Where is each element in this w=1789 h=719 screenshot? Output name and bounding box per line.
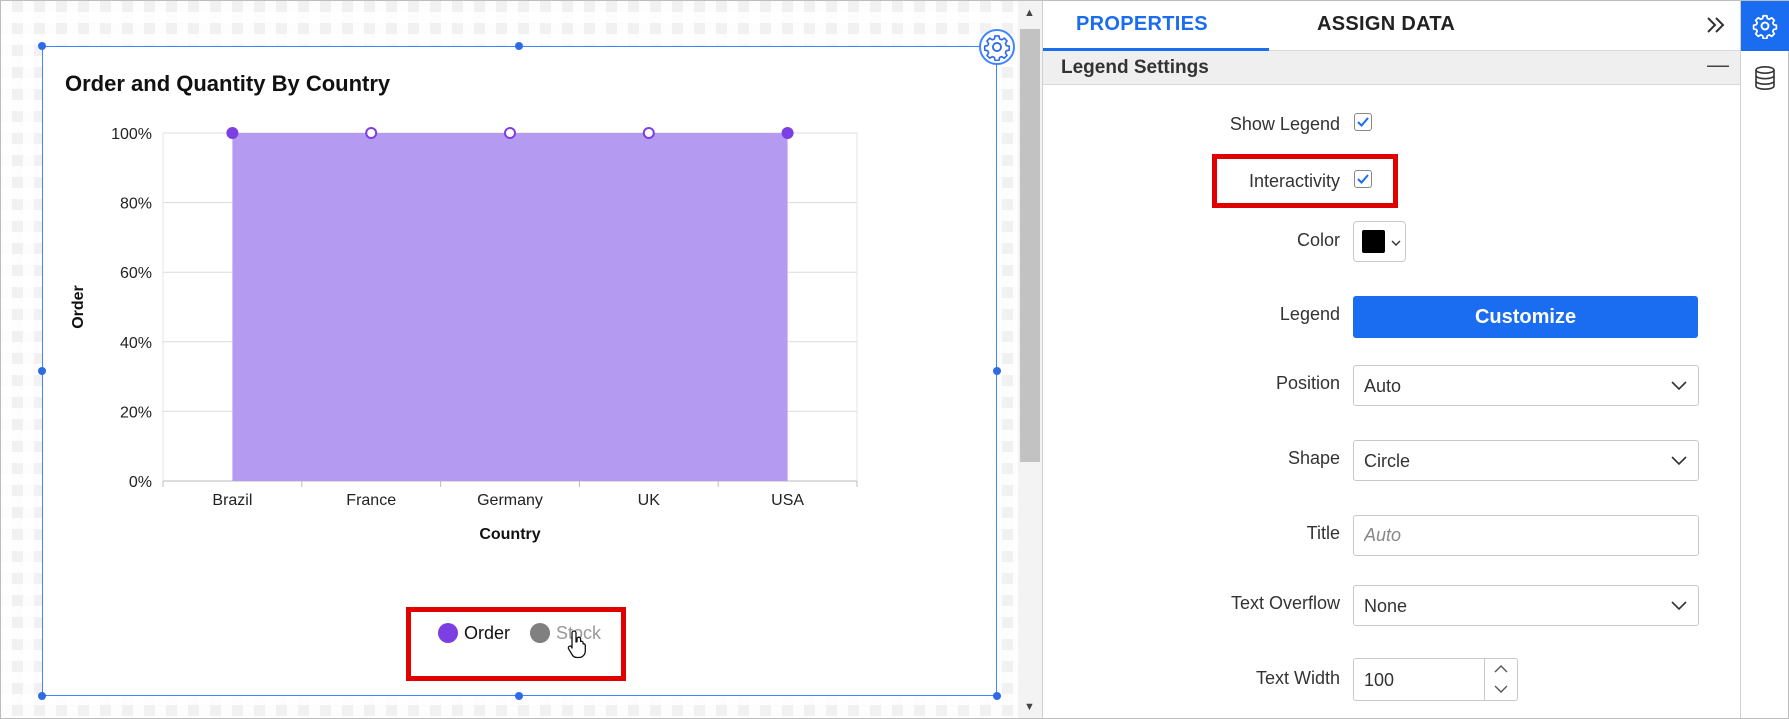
shape-select[interactable]: Circle — [1353, 440, 1699, 481]
checkmark-icon — [1357, 117, 1369, 127]
text-width-label: Text Width — [1255, 668, 1340, 688]
data-toolbar-button[interactable] — [1741, 53, 1789, 103]
design-canvas: Order and Quantity By Country 0% 20% 40% 60… — [1, 1, 1019, 718]
stepper-buttons — [1484, 659, 1517, 700]
x-axis-title: Country — [479, 526, 540, 543]
color-swatch — [1362, 230, 1385, 253]
text-overflow-select[interactable]: None — [1353, 585, 1699, 626]
checkmark-icon — [1357, 174, 1369, 184]
interactivity-checkbox[interactable] — [1354, 170, 1372, 188]
legend-highlight-box — [406, 607, 626, 681]
x-tick-label: UK — [638, 492, 661, 509]
chevron-down-icon — [1494, 685, 1508, 693]
text-width-stepper[interactable]: 100 — [1353, 658, 1518, 701]
decrement-button[interactable] — [1485, 679, 1517, 699]
title-label: Title — [1306, 523, 1340, 543]
shape-value: Circle — [1364, 451, 1411, 471]
y-tick-label: 0% — [129, 474, 152, 491]
x-tick-label: Germany — [477, 492, 543, 509]
color-picker[interactable] — [1353, 221, 1406, 262]
text-width-value: 100 — [1364, 670, 1395, 690]
y-tick-label: 100% — [111, 126, 152, 143]
customize-button[interactable]: Customize — [1353, 296, 1698, 338]
x-tick-label: France — [346, 492, 396, 509]
gear-icon — [1752, 14, 1778, 39]
legend-label: Legend — [1279, 304, 1340, 324]
data-point — [226, 127, 239, 139]
increment-button[interactable] — [1485, 659, 1517, 679]
position-label: Position — [1275, 373, 1340, 393]
x-tick-label: Brazil — [212, 492, 252, 509]
chevron-up-icon — [1494, 665, 1508, 673]
text-overflow-value: None — [1364, 596, 1408, 616]
shape-label: Shape — [1287, 448, 1340, 468]
interactivity-label: Interactivity — [1248, 171, 1340, 191]
double-chevron-right-icon[interactable] — [1703, 13, 1729, 37]
show-legend-label: Show Legend — [1229, 114, 1340, 134]
chevron-down-icon — [1391, 240, 1401, 246]
database-icon — [1755, 65, 1775, 91]
position-value: Auto — [1364, 376, 1402, 396]
x-tick-label: USA — [771, 492, 804, 509]
panel-tabs: PROPERTIES ASSIGN DATA — [1043, 1, 1741, 51]
scroll-up-icon[interactable]: ▲ — [1024, 7, 1035, 19]
y-tick-label: 40% — [120, 335, 152, 352]
data-point — [781, 127, 794, 139]
y-tick-label: 60% — [120, 265, 152, 282]
chevron-down-icon — [1671, 601, 1687, 611]
chevron-down-icon — [1671, 381, 1687, 391]
tab-assign-data[interactable]: ASSIGN DATA — [1317, 13, 1455, 36]
y-axis-title: Order — [70, 285, 87, 329]
properties-panel: PROPERTIES ASSIGN DATA Legend Settings —… — [1042, 1, 1741, 718]
position-select[interactable]: Auto — [1353, 365, 1699, 406]
side-toolbar — [1740, 1, 1789, 718]
data-point — [365, 127, 378, 139]
section-title: Legend Settings — [1061, 57, 1209, 78]
y-tick-label: 20% — [120, 404, 152, 421]
legend-settings-header[interactable]: Legend Settings — — [1043, 51, 1741, 85]
color-label: Color — [1296, 230, 1340, 250]
scroll-thumb[interactable] — [1020, 29, 1040, 462]
text-overflow-label: Text Overflow — [1230, 593, 1340, 613]
show-legend-checkbox[interactable] — [1354, 113, 1372, 131]
properties-toolbar-button[interactable] — [1741, 1, 1789, 51]
canvas-scrollbar[interactable]: ▲ ▼ — [1018, 1, 1042, 718]
scroll-down-icon[interactable]: ▼ — [1024, 701, 1035, 713]
hand-pointer-icon — [567, 630, 586, 659]
data-point — [504, 127, 516, 139]
title-input[interactable] — [1353, 515, 1699, 556]
collapse-section-icon[interactable]: — — [1707, 52, 1729, 78]
data-point — [642, 127, 655, 139]
y-tick-label: 80% — [120, 196, 152, 213]
area-series-order — [232, 133, 788, 481]
chevron-down-icon — [1671, 456, 1687, 466]
tab-properties[interactable]: PROPERTIES — [1076, 13, 1208, 36]
